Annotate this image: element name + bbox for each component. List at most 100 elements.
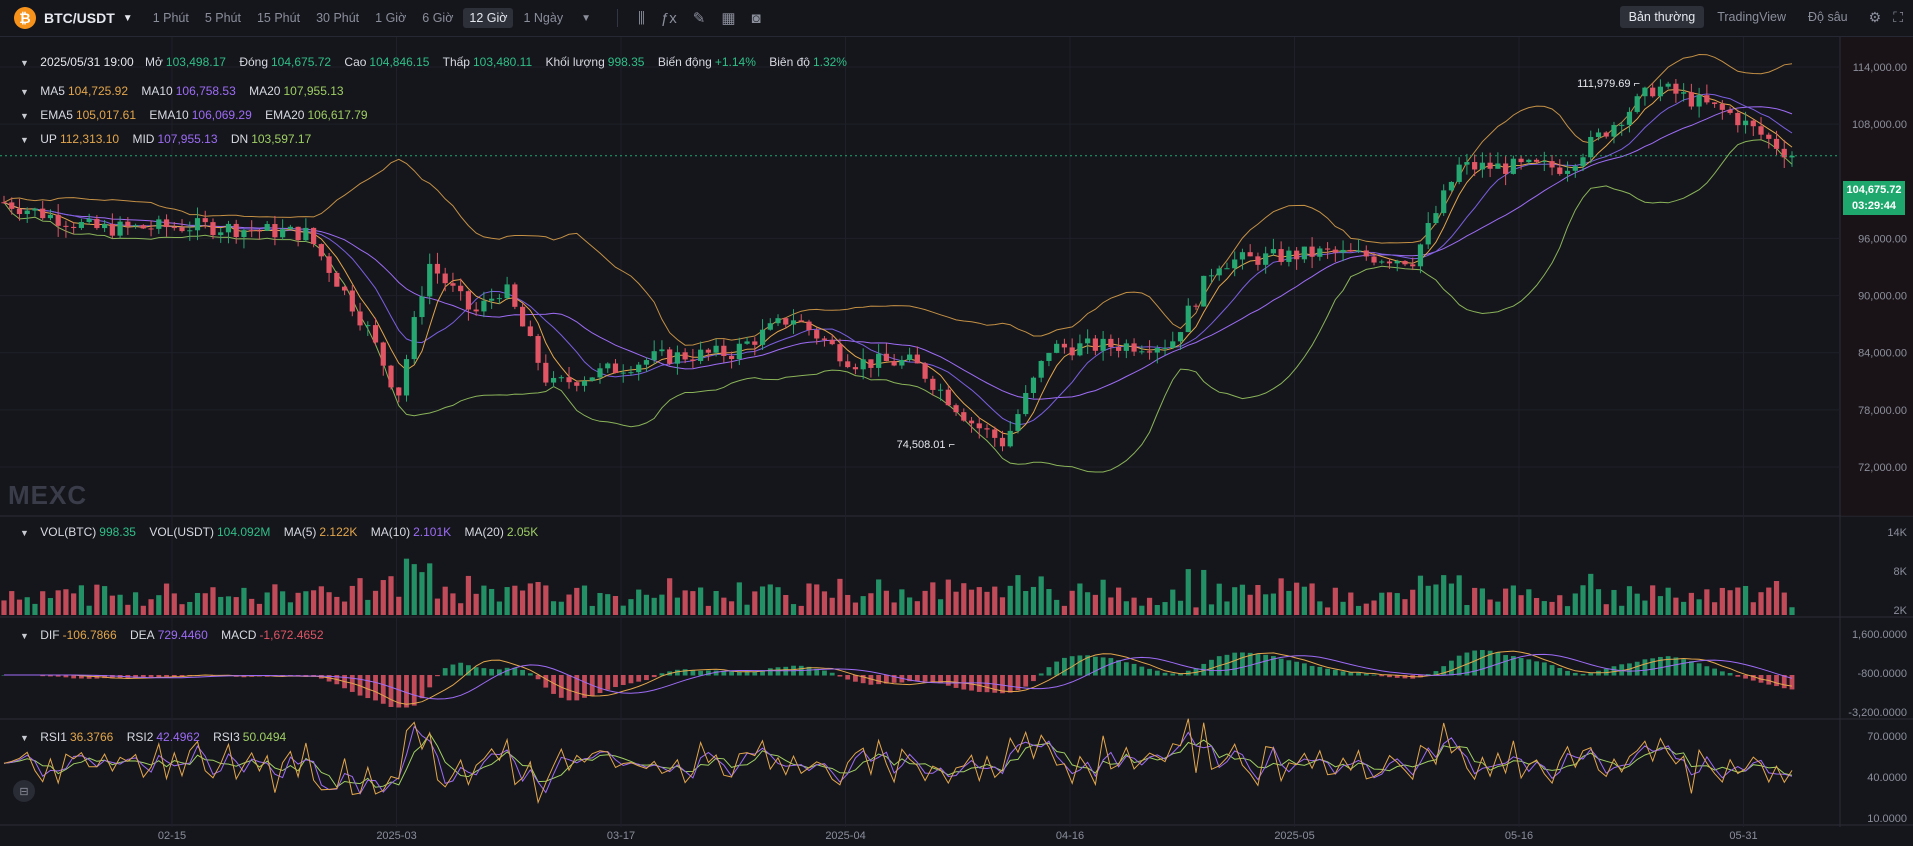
candle-body <box>1665 83 1671 87</box>
volume-bar <box>1309 583 1315 615</box>
volume-bar <box>163 583 170 615</box>
candle-body <box>140 225 146 229</box>
interval-1m[interactable]: 1 Phút <box>147 8 195 28</box>
volume-bar <box>728 601 735 615</box>
tab-original[interactable]: Bản thường <box>1619 6 1705 28</box>
candle-body <box>1503 163 1509 174</box>
volume-bar <box>63 589 69 615</box>
interval-1d[interactable]: 1 Ngày <box>517 8 569 28</box>
volume-bar <box>1154 604 1160 615</box>
candle-body <box>1518 158 1524 163</box>
indicator-fx-icon[interactable]: ƒx <box>661 10 677 27</box>
macd-histogram-bar <box>1588 673 1594 676</box>
collapse-chevron-icon[interactable]: ▼ <box>20 135 29 145</box>
collapse-chevron-icon[interactable]: ▼ <box>20 528 29 538</box>
tab-depth[interactable]: Độ sâu <box>1799 6 1857 28</box>
volume-bar <box>473 593 479 615</box>
interval-6h[interactable]: 6 Giờ <box>416 8 459 28</box>
candle-body <box>1015 414 1021 431</box>
macd-histogram-bar <box>620 675 626 685</box>
macd-histogram-bar <box>1557 668 1563 676</box>
layout-grid-icon[interactable]: ▦ <box>721 9 735 27</box>
macd-legend: ▼ DIF -106.7866 DEA 729.4460 MACD -1,672.46… <box>20 628 334 642</box>
candle-body <box>241 230 247 238</box>
collapse-chevron-icon[interactable]: ▼ <box>20 58 29 68</box>
ma20-value: 107,955.13 <box>283 84 344 98</box>
candle-body <box>1208 275 1215 277</box>
volume-bar <box>1603 604 1609 615</box>
volume-bar <box>86 605 92 615</box>
collapse-chevron-icon[interactable]: ▼ <box>20 87 29 97</box>
boll-dn-value: 103,597.17 <box>251 132 312 146</box>
symbol-name[interactable]: BTC/USDT <box>44 10 115 26</box>
vol-ma5-value: 2.122K <box>319 525 358 539</box>
rsi1-label: RSI1 <box>40 730 67 744</box>
x-axis-tick-label: 05-31 <box>1729 830 1757 842</box>
interval-1h[interactable]: 1 Giờ <box>369 8 412 28</box>
interval-more-chevron-icon[interactable]: ▼ <box>581 13 591 24</box>
drawing-toggle-icon[interactable]: ⊟ <box>13 780 35 802</box>
candle-body <box>1758 126 1764 135</box>
candle-body <box>372 325 379 343</box>
interval-30m[interactable]: 30 Phút <box>310 8 365 28</box>
volume-bar <box>1301 586 1307 615</box>
candle-body <box>473 309 479 312</box>
macd-histogram-bar <box>427 675 433 688</box>
candle-body <box>767 323 773 330</box>
camera-snapshot-icon[interactable]: ◙ <box>752 10 761 27</box>
ema5-label: EMA5 <box>40 108 73 122</box>
macd-histogram-bar <box>651 675 657 678</box>
ma5-label: MA5 <box>40 84 65 98</box>
collapse-chevron-icon[interactable]: ▼ <box>20 111 29 121</box>
candle-body <box>194 218 201 231</box>
macd-histogram-bar <box>435 675 440 677</box>
candle-body <box>1479 162 1485 170</box>
volume-bar <box>1619 605 1625 615</box>
rsi-axis-label: 10.0000 <box>1867 813 1907 825</box>
candle-body <box>1317 248 1323 257</box>
interval-5m[interactable]: 5 Phút <box>199 8 247 28</box>
macd-histogram-bar <box>1456 655 1462 676</box>
candle-body <box>94 218 100 229</box>
interval-12h[interactable]: 12 Giờ <box>463 8 514 28</box>
candle-type-icon[interactable]: ⫼ <box>638 10 645 27</box>
macd-histogram-bar <box>1092 656 1098 676</box>
volume-value: 998.35 <box>607 55 645 69</box>
candle-body <box>1681 92 1687 94</box>
volume-bar <box>419 572 425 615</box>
chevron-down-icon[interactable]: ▼ <box>123 13 133 24</box>
macd-histogram-bar <box>1727 673 1733 676</box>
settings-icon[interactable]: ⚙ <box>1869 9 1882 26</box>
tab-tradingview[interactable]: TradingView <box>1708 6 1795 28</box>
candle-body <box>968 420 975 424</box>
candle-body <box>1603 132 1609 137</box>
pencil-draw-icon[interactable]: ✎ <box>693 9 706 27</box>
volume-bar <box>218 596 224 615</box>
volume-bar <box>907 597 913 615</box>
candle-body <box>1611 124 1617 137</box>
volume-bar <box>597 592 603 615</box>
collapse-chevron-icon[interactable]: ▼ <box>20 631 29 641</box>
volume-bar <box>620 605 626 615</box>
volume-bar <box>1270 593 1277 615</box>
volume-bar <box>1533 597 1540 615</box>
candle-body <box>1588 136 1594 158</box>
macd-histogram-bar <box>1317 666 1323 676</box>
volume-bar <box>721 597 727 615</box>
candle-body <box>744 341 750 344</box>
macd-histogram-bar <box>1062 657 1067 676</box>
macd-histogram-bar <box>1139 666 1145 676</box>
high-price-annotation: 111,979.69 ⌐ <box>1577 78 1640 90</box>
volume-bar <box>535 582 541 615</box>
macd-histogram-bar <box>1356 672 1361 676</box>
macd-histogram-bar <box>876 675 882 685</box>
volume-bar <box>24 597 30 615</box>
rsi-legend: ▼ RSI1 36.3766 RSI2 42.4962 RSI3 50.0494 <box>20 730 296 744</box>
interval-15m[interactable]: 15 Phút <box>251 8 306 28</box>
fullscreen-icon[interactable]: ⛶ <box>1893 9 1903 26</box>
candlestick-chart[interactable]: 02-15 2025-03 03-17 2025-04 04-16 2025-05 05-1… <box>0 37 1913 846</box>
collapse-chevron-icon[interactable]: ▼ <box>20 733 29 743</box>
volume-bar <box>40 591 46 615</box>
volume-bar <box>9 591 15 615</box>
volume-bar <box>1371 600 1377 615</box>
